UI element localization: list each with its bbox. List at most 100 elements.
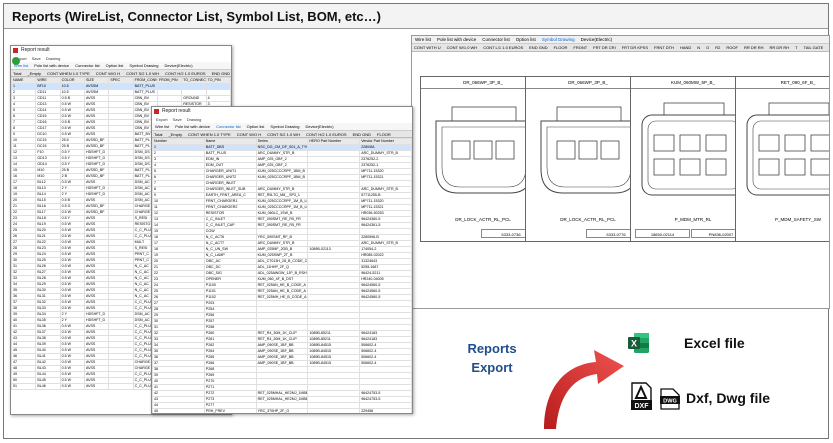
sheet-tab[interactable]: CONT WHEN 1.0 TYPE [47,71,90,76]
table-cell [307,408,361,413]
sheet-tab[interactable]: O [706,45,709,50]
sheet-tab[interactable]: END GND [529,45,547,50]
sheet-tab[interactable]: CONT H/2 1.0 EUROS [306,132,347,137]
tab[interactable]: Connector list [482,37,510,42]
tab[interactable]: Connector list [75,63,99,68]
slide-frame: Reports (WireList, Connector List, Symbo… [3,3,830,439]
menu-item[interactable]: Drawing [187,117,202,122]
menu-item[interactable]: Drawing [46,56,61,61]
sheet-tab[interactable]: END GND [212,71,230,76]
reports-export-label: Reports Export [467,341,517,375]
tab[interactable]: Device(Electric) [306,124,334,129]
tab[interactable]: Option list [106,63,124,68]
window-title: Report result [152,107,412,116]
table-cell: RET_025AN_HE_B_CODE_A [255,288,309,295]
app-icon [154,109,159,114]
tab[interactable]: Pole list with device [34,63,69,68]
tab[interactable]: Symbol Drawing [129,63,158,68]
sheet-tab[interactable]: RR DR RH [744,45,764,50]
drawing-canvas[interactable]: DR_066WP_3P_B_ DR_LOCK_ACTR_RL_PCL 5333-07… [412,52,829,308]
drawing-header: CONT WITH U CONT W/1.0 WH CONT L/1 1.0 EUR… [412,44,829,52]
drawing-tabs: Wire list Pole list with device Connector … [412,36,829,44]
sheet-header: Total _Empty CONT WHEN 1.0 TYPE CONT W/O H C… [152,131,412,138]
tab[interactable]: Wire list [155,124,169,129]
sheet-tab[interactable]: FRNT DTH [654,45,674,50]
table-cell: RET_025MHAL_HE2MJ_1MBE_B [255,396,309,403]
table-cell: RET_090SMT_RE_R5_FR [255,216,309,223]
sheet-tab[interactable]: Total [154,132,162,137]
sheet-tab[interactable]: _Empty [27,71,41,76]
sheet-tab[interactable]: _Empty [168,132,182,137]
table-cell: RET_025MH_HE_B_CODE_A [255,294,309,301]
sheet-tab[interactable]: Total [13,71,21,76]
menu-bar: Export Save Drawing [152,116,412,123]
page-title: Reports (WireList, Connector List, Symbo… [4,4,828,29]
tab[interactable]: Option list [516,37,536,42]
svg-text:DWG: DWG [663,399,677,405]
menu-item[interactable]: Export [156,117,168,122]
window-title: Report result [11,46,231,55]
sheet-tab[interactable]: RR DR RH [770,45,790,50]
sheet-tab[interactable]: CONT S/2 1.0 WH [267,132,300,137]
connector-symbol[interactable]: RET_090_6F_B_ P_MDM_SAFETY_SW [735,76,829,242]
tab[interactable]: Connector list [216,124,240,129]
part-number: 18650-02114 [635,229,690,238]
sheet-tab[interactable]: CONT WHEN 1.0 TYPE [188,132,231,137]
column-header[interactable]: TO_CONNECTOR [181,77,207,84]
menu-bar: Export Save Drawing [11,55,231,62]
sheet-tab[interactable]: CONT W/1.0 WH [447,45,478,50]
sheet-tab[interactable]: END GND [353,132,371,137]
sheet-tab[interactable]: FRT DR KPSS [622,45,648,50]
table-cell: ADL_025AWGW_1JP_B_RSHT_LP [255,270,309,277]
table-cell: 229458 [359,408,412,413]
table-cell: ADL_CT013H_28_B_CODE_CC [255,258,309,265]
table-row[interactable]: 45 PRH_FREV YRC_370HP_2F_G 229458 [152,408,412,413]
sheet-tab[interactable]: T [795,45,797,50]
connector-label: P_MDM_SAFETY_SW [774,217,821,222]
tab[interactable]: Pole list with device [437,37,476,42]
table-cell: KUM_025CCCCRPF_1BM_B [255,168,309,175]
table-cell: BATT_PLUS [132,89,158,96]
tab[interactable]: Symbol Drawing [270,124,299,129]
tab[interactable]: Wire list [415,37,431,42]
sheet-tab[interactable]: HAND [680,45,691,50]
column-header[interactable]: FROM_CONNECTOR [132,77,158,84]
tab[interactable]: Pole list with device [175,124,210,129]
sheet-tab[interactable]: FLOOR [377,132,391,137]
excel-icon: X [628,333,649,353]
sheet-tab[interactable]: CONT L/1 1.0 EUROS [483,45,523,50]
connector-outline [746,102,829,196]
excel-file-label: Excel file [684,335,745,351]
sheet-header: Total _Empty CONT WHEN 1.0 TYPE CONT W/O H C… [11,70,231,77]
sheet-tab[interactable]: ROOF [726,45,738,50]
sheet-tab[interactable]: FLOOR [554,45,568,50]
table-cell: 51 [11,383,37,390]
sheet-tab[interactable]: FRONT [573,45,587,50]
table-cell: 0.5 W [59,383,85,390]
sheet-tab[interactable]: TAIL GATE [804,45,824,50]
svg-text:DXF: DXF [635,403,650,410]
connector-title: RET_090_6F_B_ [736,77,829,89]
tab[interactable]: Symbol Drawing [542,37,575,42]
tab[interactable]: Device(Electric) [165,63,193,68]
sheet-tab[interactable]: CONT H/2 1.0 EUROS [165,71,206,76]
table-cell: AVSS [83,383,110,390]
menu-item[interactable]: Save [173,117,182,122]
add-icon[interactable] [12,57,20,65]
table-cell [108,383,134,390]
connector-list-window: Report result Export Save Drawing Wire lis… [151,106,413,414]
dxf-icon: DXF [631,382,652,410]
sheet-tab[interactable]: N [697,45,700,50]
sheet-tab[interactable]: CONT S/2 1.0 WH [126,71,159,76]
sheet-tab[interactable]: R2 [715,45,720,50]
menu-item[interactable]: Save [32,56,41,61]
tab[interactable]: Device(Electric) [581,37,613,42]
sheet-tab[interactable]: CONT W/O H [96,71,120,76]
sheet-tab[interactable]: FRT DR CRI [593,45,616,50]
symbol-drawing-window: Wire list Pole list with device Connector … [411,35,830,309]
sheet-tab[interactable]: CONT W/O H [237,132,261,137]
tab[interactable]: Option list [247,124,265,129]
table-cell: KUM_025CCCCRPF_1BM_B [255,174,309,181]
table-cell: RET_025MHAL_HE2MJ_1MBE_B [255,390,309,397]
sheet-tab[interactable]: CONT WITH U [414,45,441,50]
